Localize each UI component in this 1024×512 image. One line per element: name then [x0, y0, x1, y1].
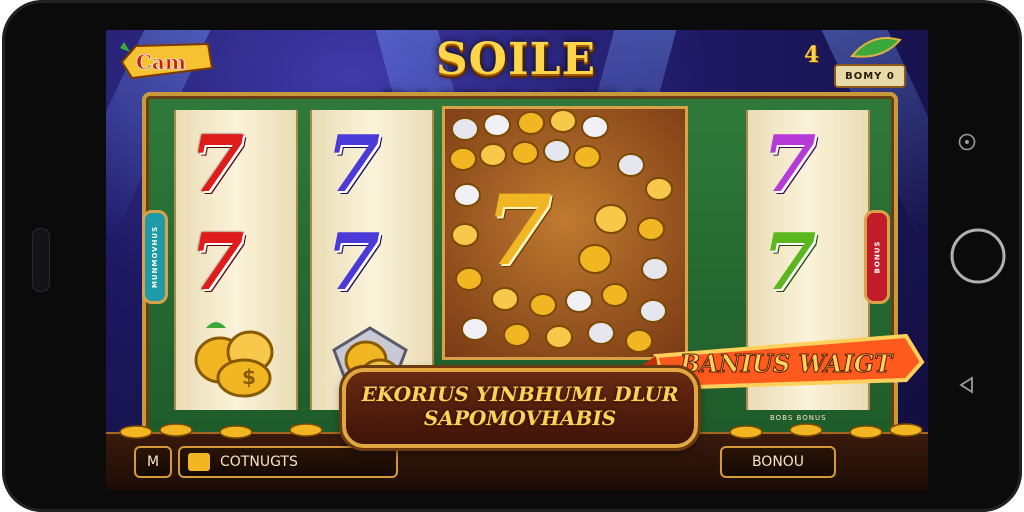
game-logo[interactable]: Cam	[116, 38, 216, 84]
square-icon[interactable]	[947, 125, 987, 159]
contacts-label: COTNUGTS	[220, 454, 298, 470]
game-screen: Cam SOILE GNTONISA 4 BOMY 0 7 7 $	[106, 30, 928, 490]
game-title: SOILE GNTONISA	[374, 34, 657, 136]
menu-m-button[interactable]: M	[134, 446, 172, 478]
left-side-pill[interactable]: MUNMOVHUS	[142, 210, 168, 304]
contacts-field[interactable]: COTNUGTS	[178, 446, 398, 478]
logo-text: Cam	[136, 50, 186, 74]
seven-symbol: 7	[762, 217, 816, 308]
seven-symbol: 7	[190, 217, 244, 308]
leaf-ornament-icon	[850, 37, 902, 58]
banner-line-1: EKORIUS YINBHUML DLUR	[361, 382, 679, 406]
bonus-button[interactable]: BONOU	[720, 446, 836, 478]
phone-frame: Cam SOILE GNTONISA 4 BOMY 0 7 7 $	[2, 0, 1022, 512]
contacts-icon	[188, 453, 210, 471]
seven-symbol: 7	[326, 217, 380, 308]
seven-symbol: 7	[762, 119, 816, 210]
seven-symbol: 7	[326, 119, 380, 210]
reel-1[interactable]: 7 7 $	[174, 110, 298, 410]
back-triangle-icon[interactable]	[947, 370, 987, 400]
level-counter: BOMY 0	[834, 64, 906, 88]
level-number: 4	[804, 42, 820, 68]
right-side-pill[interactable]: BONUS	[864, 210, 890, 304]
coin-shower-icon	[449, 109, 673, 353]
promo-banner: EKORIUS YINBHUML DLUR SAPOMOVHABIS	[342, 368, 698, 448]
banner-line-2: SAPOMOVHABIS	[423, 406, 617, 430]
home-circle-icon[interactable]	[946, 224, 1010, 288]
seven-symbol: 7	[485, 174, 552, 287]
svg-text:$: $	[242, 365, 256, 389]
level-badge: 4 BOMY 0	[798, 37, 906, 88]
reel-2[interactable]: 7 7	[310, 110, 434, 410]
seven-symbol: 7	[190, 119, 244, 210]
ribbon-text: BANIUS WAIGT	[679, 349, 894, 378]
speaker-slot	[32, 228, 50, 292]
coin-pile-icon: $	[194, 322, 274, 398]
